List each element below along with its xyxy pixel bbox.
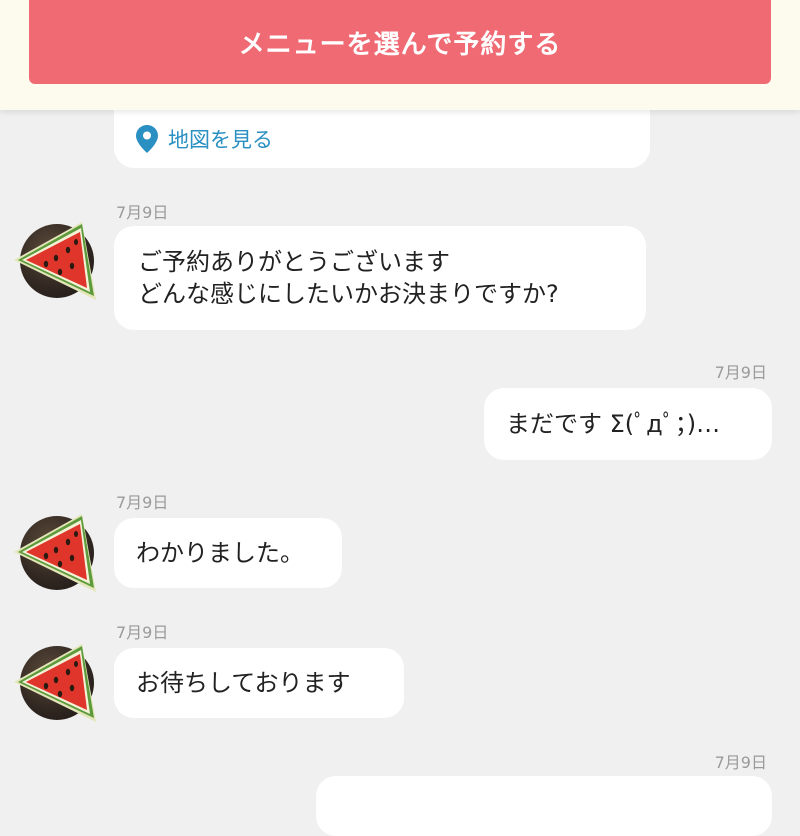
message-text: どんな感じにしたいかお決まりですか? [138, 280, 559, 308]
shop-avatar[interactable] [14, 222, 96, 300]
shop-avatar[interactable] [14, 644, 96, 722]
message-bubble-received: ご予約ありがとうございます どんな感じにしたいかお決まりですか? [114, 226, 646, 330]
message-date: 7月9日 [116, 203, 169, 222]
message-bubble-sent [316, 776, 772, 836]
message-text: まだです Σ(ﾟдﾟ；)… [506, 410, 721, 438]
shop-avatar[interactable] [14, 514, 96, 592]
message-date: 7月9日 [714, 753, 767, 772]
message-bubble-received: お待ちしております [114, 648, 404, 718]
message-text: わかりました。 [136, 539, 304, 567]
message-text: ご予約ありがとうございます [138, 248, 450, 276]
watermelon-avatar-icon [14, 644, 96, 722]
watermelon-avatar-icon [14, 222, 96, 300]
message-date: 7月9日 [116, 493, 169, 512]
reserve-menu-button[interactable]: メニューを選んで予約する [29, 0, 771, 84]
view-map-label: 地図を見る [168, 128, 273, 152]
watermelon-avatar-icon [14, 514, 96, 592]
map-card: 地図を見る [114, 100, 650, 168]
message-date: 7月9日 [714, 363, 767, 382]
view-map-link[interactable]: 地図を見る [136, 124, 273, 154]
header-bar: メニューを選んで予約する [0, 0, 800, 110]
message-bubble-sent: まだです Σ(ﾟдﾟ；)… [484, 388, 772, 460]
map-pin-icon [136, 125, 158, 153]
message-text: お待ちしております [136, 669, 351, 697]
message-date: 7月9日 [116, 623, 169, 642]
message-bubble-received: わかりました。 [114, 518, 342, 588]
